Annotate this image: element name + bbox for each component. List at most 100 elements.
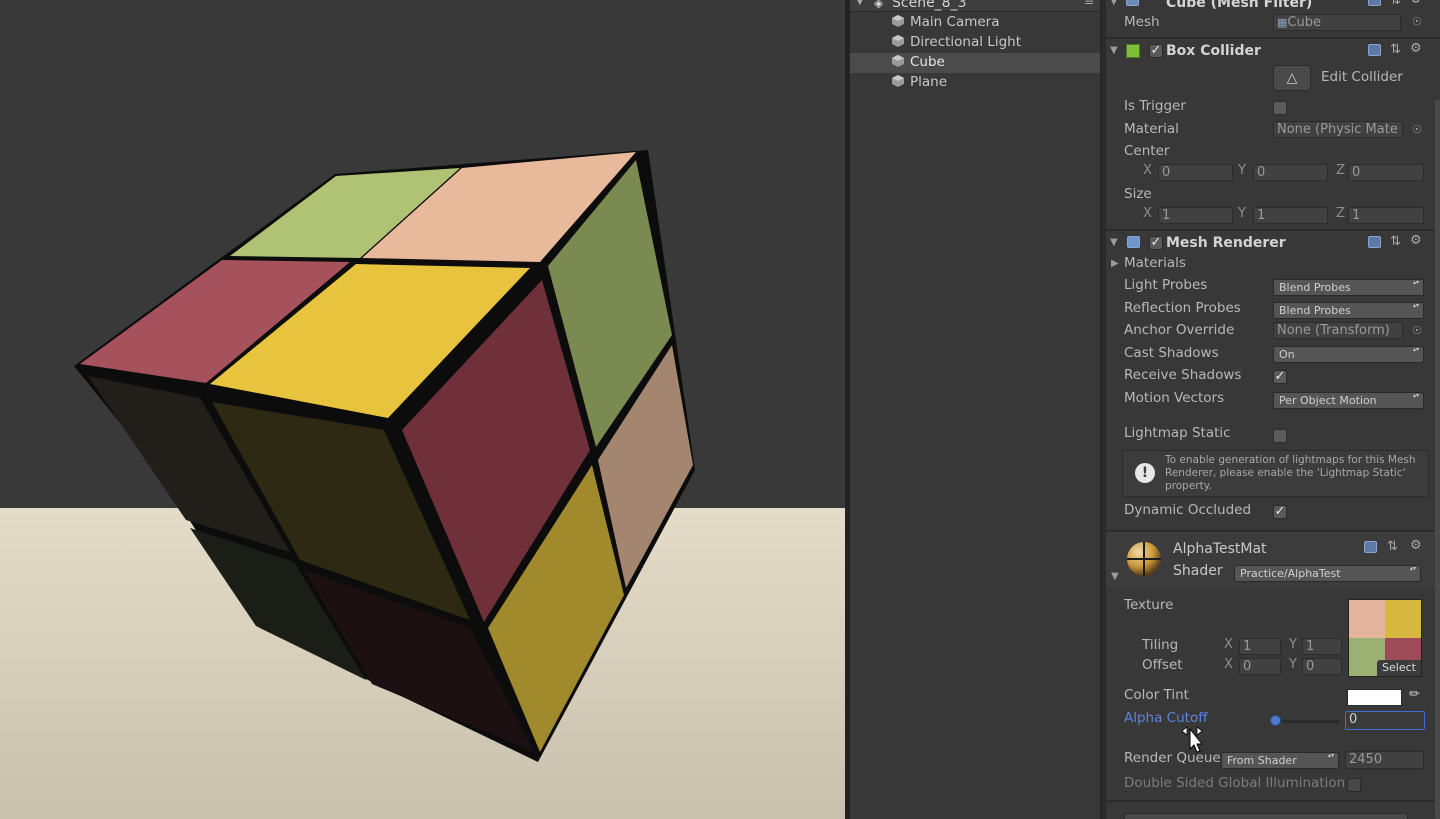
tiling-label: Tiling <box>1142 637 1179 653</box>
mesh-renderer-enabled-checkbox[interactable]: ✓ <box>1149 236 1163 250</box>
axis-z-label: Z <box>1336 163 1345 178</box>
texture-tile <box>1349 600 1385 638</box>
help-book-icon[interactable] <box>1364 541 1377 553</box>
mesh-renderer-icon <box>1127 236 1140 248</box>
axis-x-label: X <box>1224 657 1233 672</box>
scene-menu-icon[interactable]: ≡ <box>1084 0 1094 8</box>
object-picker-icon[interactable]: ☉ <box>1412 123 1422 136</box>
tiling-y-field[interactable]: 1 <box>1302 638 1342 655</box>
gear-icon[interactable]: ⚙ <box>1410 538 1422 553</box>
cast-shadows-dropdown[interactable]: On <box>1273 346 1424 363</box>
inspector-panel: ▼ Cube (Mesh Filter) ⇅ ⚙ Mesh ▦Cube ☉ ▼ … <box>1106 0 1440 819</box>
tiling-x-field[interactable]: 1 <box>1239 638 1281 655</box>
mesh-renderer-title: Mesh Renderer <box>1166 235 1286 251</box>
resize-cursor-icon <box>1182 726 1204 753</box>
foldout-arrow-icon[interactable]: ▼ <box>1110 237 1118 248</box>
is-trigger-label: Is Trigger <box>1124 98 1186 114</box>
texture-label: Texture <box>1124 597 1174 613</box>
object-picker-icon[interactable]: ☉ <box>1412 15 1422 28</box>
alpha-cutoff-slider-thumb[interactable] <box>1270 715 1281 726</box>
unity-scene-icon: ◈ <box>874 0 884 10</box>
reflection-probes-label: Reflection Probes <box>1124 300 1241 316</box>
preset-icon[interactable]: ⇅ <box>1387 539 1398 554</box>
hierarchy-item-main-camera[interactable]: Main Camera <box>850 13 1100 33</box>
help-book-icon[interactable] <box>1368 236 1381 248</box>
edit-collider-icon: △ <box>1286 70 1298 86</box>
offset-x-field[interactable]: 0 <box>1239 658 1281 675</box>
axis-z-label: Z <box>1336 206 1345 221</box>
axis-y-label: Y <box>1238 206 1246 221</box>
receive-shadows-label: Receive Shadows <box>1124 367 1242 383</box>
size-z-field[interactable]: 1 <box>1348 207 1424 224</box>
foldout-arrow-icon[interactable]: ▼ <box>1110 0 1118 7</box>
alpha-cutoff-slider-track[interactable] <box>1272 720 1339 723</box>
size-x-field[interactable]: 1 <box>1158 207 1233 224</box>
center-x-field[interactable]: 0 <box>1158 164 1233 181</box>
gear-icon[interactable]: ⚙ <box>1410 41 1422 56</box>
size-y-field[interactable]: 1 <box>1253 207 1328 224</box>
center-z-field[interactable]: 0 <box>1348 164 1424 181</box>
collapse-arrow-icon[interactable]: ▼ <box>856 0 864 7</box>
scene-canvas[interactable] <box>0 0 845 819</box>
gear-icon[interactable]: ⚙ <box>1410 0 1422 7</box>
hierarchy-item-cube[interactable]: Cube <box>850 53 1100 73</box>
dynamic-occluded-checkbox[interactable]: ✓ <box>1273 505 1287 519</box>
shader-dropdown[interactable]: Practice/AlphaTest <box>1234 565 1421 582</box>
lightmap-help-box: ! To enable generation of lightmaps for … <box>1122 450 1429 497</box>
motion-vectors-dropdown[interactable]: Per Object Motion <box>1273 392 1424 409</box>
edit-collider-button[interactable]: △ <box>1273 65 1311 91</box>
color-tint-swatch[interactable] <box>1347 689 1402 706</box>
gameobject-icon <box>892 35 904 47</box>
material-name: AlphaTestMat <box>1173 541 1267 557</box>
hierarchy-item-label: Main Camera <box>910 14 1000 30</box>
offset-y-field[interactable]: 0 <box>1302 658 1342 675</box>
is-trigger-checkbox[interactable] <box>1273 101 1287 115</box>
texture-thumbnail[interactable]: Select <box>1348 599 1422 677</box>
render-queue-dropdown[interactable]: From Shader <box>1221 752 1339 769</box>
inspector-scrollbar[interactable] <box>1435 100 1440 819</box>
axis-y-label: Y <box>1289 657 1297 672</box>
axis-x-label: X <box>1143 206 1152 221</box>
mesh-field[interactable]: ▦Cube <box>1273 14 1401 31</box>
reflection-probes-dropdown[interactable]: Blend Probes <box>1273 302 1424 319</box>
alpha-cutoff-field[interactable]: 0 <box>1345 711 1425 730</box>
render-queue-field[interactable]: 2450 <box>1345 751 1424 769</box>
receive-shadows-checkbox[interactable]: ✓ <box>1273 370 1287 384</box>
hierarchy-scene-header[interactable]: ▼ ◈ Scene_8_3 ≡ <box>850 0 1100 12</box>
texture-select-button[interactable]: Select <box>1377 660 1421 676</box>
hierarchy-panel: ▼ ◈ Scene_8_3 ≡ Main Camera Directional … <box>850 0 1100 819</box>
material-sphere-icon <box>1127 542 1161 576</box>
object-picker-icon[interactable]: ☉ <box>1412 324 1422 337</box>
lightmap-static-checkbox[interactable] <box>1273 429 1287 443</box>
component-separator <box>1106 229 1440 231</box>
hierarchy-item-directional-light[interactable]: Directional Light <box>850 33 1100 53</box>
mesh-label: Mesh <box>1124 14 1160 30</box>
foldout-arrow-icon[interactable]: ▼ <box>1110 45 1118 56</box>
anchor-override-field[interactable]: None (Transform) <box>1273 322 1403 339</box>
lightmap-help-text: To enable generation of lightmaps for th… <box>1165 454 1416 492</box>
hierarchy-item-label: Plane <box>910 74 948 90</box>
help-book-icon[interactable] <box>1368 0 1381 6</box>
hierarchy-item-label: Directional Light <box>910 34 1021 50</box>
size-label: Size <box>1124 186 1152 202</box>
help-book-icon[interactable] <box>1368 44 1381 56</box>
double-sided-gi-checkbox[interactable] <box>1347 778 1361 792</box>
preset-icon[interactable]: ⇅ <box>1390 42 1401 57</box>
foldout-arrow-icon[interactable]: ▼ <box>1111 571 1119 582</box>
center-y-field[interactable]: 0 <box>1253 164 1328 181</box>
material-label: Material <box>1124 121 1179 137</box>
preset-icon[interactable]: ⇅ <box>1390 234 1401 249</box>
box-collider-enabled-checkbox[interactable]: ✓ <box>1149 44 1163 58</box>
dynamic-occluded-label: Dynamic Occluded <box>1124 502 1252 518</box>
gear-icon[interactable]: ⚙ <box>1410 233 1422 248</box>
scene-view[interactable] <box>0 0 845 819</box>
materials-foldout-icon[interactable]: ▶ <box>1111 258 1119 269</box>
physic-material-field[interactable]: None (Physic Mate <box>1273 121 1403 138</box>
light-probes-dropdown[interactable]: Blend Probes <box>1273 279 1424 296</box>
hierarchy-item-plane[interactable]: Plane <box>850 73 1100 93</box>
materials-label[interactable]: Materials <box>1124 255 1186 271</box>
add-component-button[interactable] <box>1124 813 1408 819</box>
hierarchy-item-label: Cube <box>910 54 945 70</box>
preset-icon[interactable]: ⇅ <box>1390 0 1401 8</box>
eyedropper-icon[interactable]: ✏ <box>1409 687 1420 702</box>
